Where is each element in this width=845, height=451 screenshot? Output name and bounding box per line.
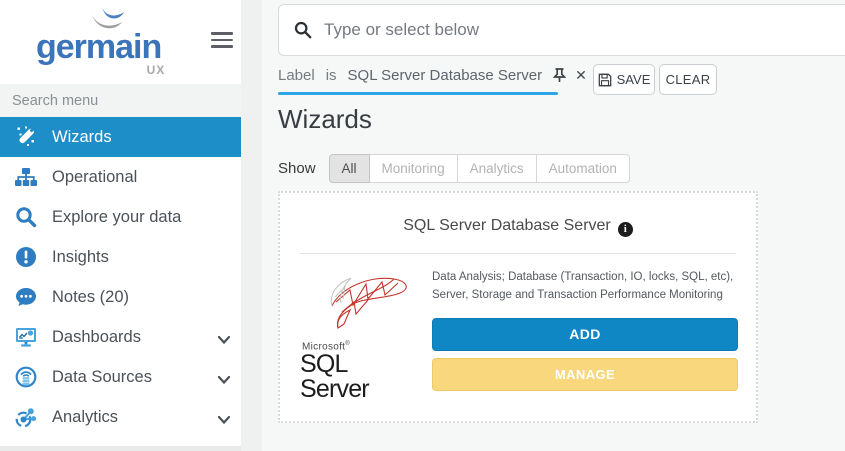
save-floppy-icon	[598, 73, 612, 87]
sidebar-item-label: Data Sources	[52, 368, 152, 387]
brand-ux-label: UX	[147, 63, 166, 77]
filter-row: Label is SQL Server Database Server ✕	[278, 64, 845, 98]
sidebar-item-label: Notes (20)	[52, 288, 129, 307]
sidebar-item-operational[interactable]: Operational	[0, 157, 241, 197]
app-window: germain UX	[0, 0, 845, 451]
page-title: Wizards	[278, 104, 372, 135]
clear-button[interactable]: CLEAR	[659, 64, 717, 95]
sidebar-search-input[interactable]	[0, 93, 241, 109]
sidebar-bottom-divider	[0, 446, 241, 451]
sql-server-logo: Microsoft® SQL Server	[298, 264, 420, 402]
sidebar-item-wizards[interactable]: Wizards	[0, 117, 241, 157]
card-title: SQL Server Database Server	[403, 217, 611, 234]
clear-button-label: CLEAR	[666, 72, 711, 87]
sidebar-item-label: Wizards	[52, 128, 112, 147]
sidebar-menu: Wizards Operational	[0, 117, 241, 437]
exclamation-circle-icon	[13, 245, 39, 269]
global-search-box	[278, 4, 845, 56]
pin-icon[interactable]	[553, 68, 566, 83]
sidebar-item-label: Analytics	[52, 408, 118, 427]
sitemap-icon	[13, 165, 39, 189]
tab-all[interactable]: All	[329, 154, 370, 183]
comment-icon	[13, 285, 39, 309]
close-icon[interactable]: ✕	[575, 68, 587, 82]
tab-analytics[interactable]: Analytics	[457, 154, 537, 183]
sidebar-item-data-sources[interactable]: Data Sources	[0, 357, 241, 397]
chevron-down-icon[interactable]	[217, 332, 231, 350]
germain-swoosh-icon	[88, 4, 134, 37]
sidebar-item-label: Dashboards	[52, 328, 141, 347]
sidebar-item-explore[interactable]: Explore your data	[0, 197, 241, 237]
show-label: Show	[278, 160, 316, 177]
show-tab-group: All Monitoring Analytics Automation	[329, 154, 630, 183]
filter-field: Label	[278, 67, 315, 84]
magic-wand-icon	[13, 125, 39, 149]
sidebar-item-notes[interactable]: Notes (20)	[0, 277, 241, 317]
sql-server-swoosh-icon	[298, 266, 416, 336]
filter-chip-underline	[278, 92, 558, 95]
card-description-line1: Data Analysis; Database (Transaction, IO…	[432, 268, 738, 286]
add-button[interactable]: ADD	[432, 318, 738, 351]
analytics-share-icon	[13, 405, 39, 429]
sidebar-item-analytics[interactable]: Analytics	[0, 397, 241, 437]
search-icon	[13, 205, 39, 229]
save-button-label: SAVE	[617, 72, 651, 87]
filter-chip[interactable]: Label is SQL Server Database Server ✕	[278, 64, 587, 95]
sql-server-label: SQL Server	[300, 352, 420, 402]
sidebar: germain UX	[0, 0, 241, 451]
data-sources-icon	[13, 365, 39, 389]
chevron-down-icon[interactable]	[217, 412, 231, 430]
sidebar-item-dashboards[interactable]: Dashboards	[0, 317, 241, 357]
card-divider	[300, 253, 736, 254]
hamburger-menu-icon[interactable]	[211, 32, 233, 49]
dashboard-monitor-icon	[13, 325, 39, 349]
sidebar-search	[0, 84, 241, 117]
chevron-down-icon[interactable]	[217, 372, 231, 390]
card-description-line2: Server, Storage and Transaction Performa…	[432, 286, 738, 304]
logo-row: germain UX	[0, 0, 241, 84]
sidebar-item-label: Insights	[52, 248, 109, 267]
save-button[interactable]: SAVE	[593, 64, 655, 95]
germain-logo: germain UX	[36, 30, 161, 64]
wizard-card-sql-server: SQL Server Database Server i	[278, 191, 758, 423]
tab-monitoring[interactable]: Monitoring	[369, 154, 458, 183]
sidebar-item-label: Explore your data	[52, 208, 181, 227]
panel-gap	[241, 0, 262, 451]
global-search-input[interactable]	[324, 20, 845, 40]
search-icon	[294, 21, 312, 39]
sidebar-item-label: Operational	[52, 168, 137, 187]
manage-button[interactable]: MANAGE	[432, 358, 738, 391]
sidebar-item-insights[interactable]: Insights	[0, 237, 241, 277]
tab-automation[interactable]: Automation	[536, 154, 630, 183]
filter-value: SQL Server Database Server	[348, 67, 543, 84]
filter-operator: is	[326, 67, 337, 84]
show-filter-row: Show All Monitoring Analytics Automation	[278, 154, 630, 183]
main-content: Label is SQL Server Database Server ✕	[262, 0, 845, 451]
info-icon[interactable]: i	[618, 222, 633, 237]
